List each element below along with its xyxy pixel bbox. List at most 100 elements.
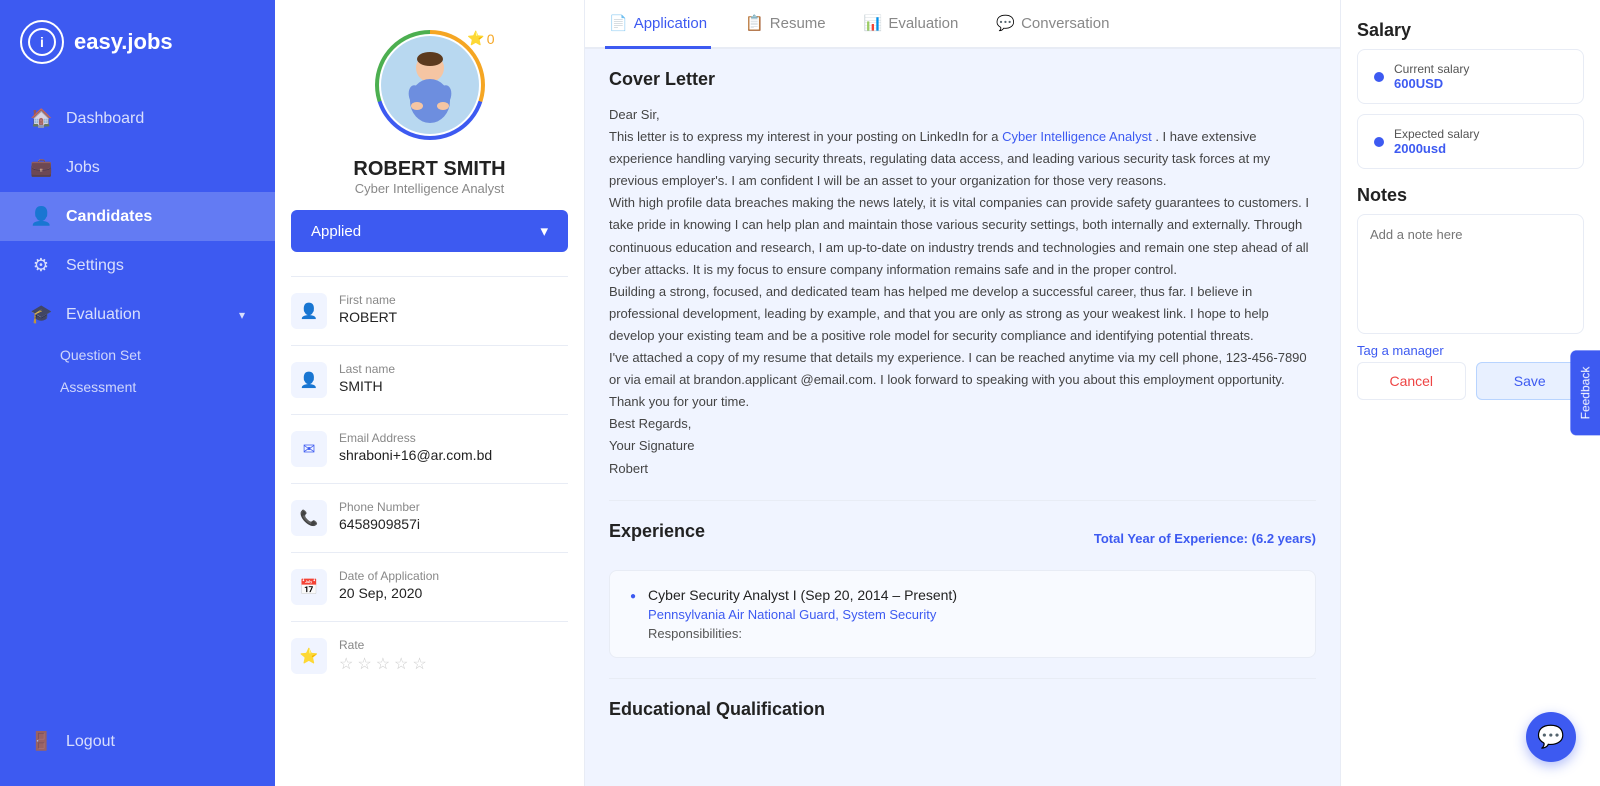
tabs-bar: 📄 Application 📋 Resume 📊 Evaluation 💬 Co… xyxy=(585,0,1340,49)
exp-years-value: (6.2 years) xyxy=(1252,531,1316,546)
logo-icon: i xyxy=(20,20,64,64)
last-name-value: SMITH xyxy=(339,378,395,394)
email-label: Email Address xyxy=(339,431,492,445)
user-icon: 👤 xyxy=(291,362,327,398)
star-3[interactable]: ☆ xyxy=(376,654,390,674)
svg-text:i: i xyxy=(40,34,44,50)
current-salary-value: 600USD xyxy=(1394,76,1469,91)
current-salary-card: Current salary 600USD xyxy=(1357,49,1584,104)
current-salary-label: Current salary xyxy=(1394,62,1469,76)
tab-application[interactable]: 📄 Application xyxy=(605,0,711,49)
divider xyxy=(291,276,568,277)
briefcase-icon: 💼 xyxy=(30,157,52,178)
first-name-label: First name xyxy=(339,293,397,307)
field-phone: 📞 Phone Number 6458909857i xyxy=(291,488,568,548)
salary-dot-current xyxy=(1374,72,1384,82)
sidebar-item-candidates[interactable]: 👤 Candidates xyxy=(0,192,275,241)
field-last-name: 👤 Last name SMITH xyxy=(291,350,568,410)
field-rate: ⭐ Rate ☆ ☆ ☆ ☆ ☆ xyxy=(291,626,568,686)
sidebar-item-logout[interactable]: 🚪 Logout xyxy=(0,717,275,766)
sidebar-nav: 🏠 Dashboard 💼 Jobs 👤 Candidates ⚙ Settin… xyxy=(0,94,275,766)
exp-org: Pennsylvania Air National Guard, System … xyxy=(648,607,957,622)
expected-salary-label: Expected salary xyxy=(1394,127,1479,141)
sidebar-item-evaluation[interactable]: 🎓 Evaluation ▾ xyxy=(0,290,275,339)
conversation-tab-icon: 💬 xyxy=(996,14,1015,32)
exp-card: ● Cyber Security Analyst I (Sep 20, 2014… xyxy=(609,570,1316,658)
section-divider-2 xyxy=(609,678,1316,679)
status-dropdown[interactable]: Applied ▾ xyxy=(291,210,568,252)
date-label: Date of Application xyxy=(339,569,439,583)
education-section: Educational Qualification xyxy=(609,699,1316,720)
sidebar-item-question-set[interactable]: Question Set xyxy=(60,339,275,371)
date-value: 20 Sep, 2020 xyxy=(339,585,439,601)
email-value: shraboni+16@ar.com.bd xyxy=(339,447,492,463)
application-tab-icon: 📄 xyxy=(609,14,628,32)
logo: i easy.jobs xyxy=(0,20,275,64)
salary-section: Salary Current salary 600USD Expected sa… xyxy=(1357,20,1584,169)
phone-label: Phone Number xyxy=(339,500,420,514)
job-title-link[interactable]: Cyber Intelligence Analyst xyxy=(1002,129,1155,144)
star-rating[interactable]: ☆ ☆ ☆ ☆ ☆ xyxy=(339,654,427,674)
sidebar-label-candidates: Candidates xyxy=(66,208,152,226)
divider xyxy=(291,621,568,622)
last-name-label: Last name xyxy=(339,362,395,376)
sidebar-item-settings[interactable]: ⚙ Settings xyxy=(0,241,275,290)
status-label: Applied xyxy=(311,223,361,240)
star-badge: ⭐ 0 xyxy=(467,30,494,47)
section-divider xyxy=(609,500,1316,501)
calendar-icon: 📅 xyxy=(291,569,327,605)
star-5[interactable]: ☆ xyxy=(412,654,426,674)
tab-conversation[interactable]: 💬 Conversation xyxy=(992,0,1113,49)
exp-responsibilities: Responsibilities: xyxy=(648,626,957,641)
chevron-down-icon: ▾ xyxy=(540,222,548,240)
first-name-value: ROBERT xyxy=(339,309,397,325)
divider xyxy=(291,483,568,484)
content-area: 📄 Application 📋 Resume 📊 Evaluation 💬 Co… xyxy=(585,0,1340,786)
star-1[interactable]: ☆ xyxy=(339,654,353,674)
candidate-title: Cyber Intelligence Analyst xyxy=(355,181,505,196)
tab-resume[interactable]: 📋 Resume xyxy=(741,0,830,49)
chat-icon: 💬 xyxy=(1537,724,1564,750)
exp-row: ● Cyber Security Analyst I (Sep 20, 2014… xyxy=(630,587,1295,641)
sidebar-label-settings: Settings xyxy=(66,257,124,275)
sidebar: i easy.jobs 🏠 Dashboard 💼 Jobs 👤 Candida… xyxy=(0,0,275,786)
sidebar-item-dashboard[interactable]: 🏠 Dashboard xyxy=(0,94,275,143)
salary-dot-expected xyxy=(1374,137,1384,147)
resume-tab-icon: 📋 xyxy=(745,14,764,32)
chat-fab[interactable]: 💬 xyxy=(1526,712,1576,762)
education-title: Educational Qualification xyxy=(609,699,1316,720)
user-icon: 👤 xyxy=(291,293,327,329)
content-scroll: Cover Letter Dear Sir, This letter is to… xyxy=(585,49,1340,786)
sidebar-label-dashboard: Dashboard xyxy=(66,110,144,128)
star-2[interactable]: ☆ xyxy=(357,654,371,674)
gear-icon: ⚙ xyxy=(30,255,52,276)
star-rate-icon: ⭐ xyxy=(291,638,327,674)
tab-evaluation[interactable]: 📊 Evaluation xyxy=(860,0,963,49)
divider xyxy=(291,552,568,553)
logo-text: easy.jobs xyxy=(74,29,173,55)
chevron-down-icon: ▾ xyxy=(239,308,245,322)
sidebar-item-assessment[interactable]: Assessment xyxy=(60,371,275,403)
phone-icon: 📞 xyxy=(291,500,327,536)
star-4[interactable]: ☆ xyxy=(394,654,408,674)
cancel-button[interactable]: Cancel xyxy=(1357,362,1466,400)
right-panel: Salary Current salary 600USD Expected sa… xyxy=(1340,0,1600,786)
candidate-name: ROBERT SMITH xyxy=(353,158,505,181)
exp-dot-icon: ● xyxy=(630,591,636,602)
avatar-image xyxy=(381,36,479,134)
sidebar-item-jobs[interactable]: 💼 Jobs xyxy=(0,143,275,192)
feedback-tab[interactable]: Feedback xyxy=(1571,351,1600,436)
cover-letter-body: Dear Sir, This letter is to express my i… xyxy=(609,104,1316,480)
evaluation-tab-icon: 📊 xyxy=(864,14,883,32)
logout-icon: 🚪 xyxy=(30,731,52,752)
save-button[interactable]: Save xyxy=(1476,362,1585,400)
notes-textarea[interactable] xyxy=(1357,214,1584,334)
avatar-wrap: ⭐ 0 xyxy=(375,30,485,140)
sidebar-label-logout: Logout xyxy=(66,733,115,751)
star-icon: ⭐ xyxy=(467,30,484,47)
experience-header: Experience Total Year of Experience: (6.… xyxy=(609,521,1316,556)
notes-section: Notes Tag a manager Cancel Save xyxy=(1357,185,1584,400)
graduation-icon: 🎓 xyxy=(30,304,52,325)
main-area: ⭐ 0 ROBERT SMITH Cyber Intelligence Anal… xyxy=(275,0,1600,786)
tag-manager-link[interactable]: Tag a manager xyxy=(1357,343,1584,358)
